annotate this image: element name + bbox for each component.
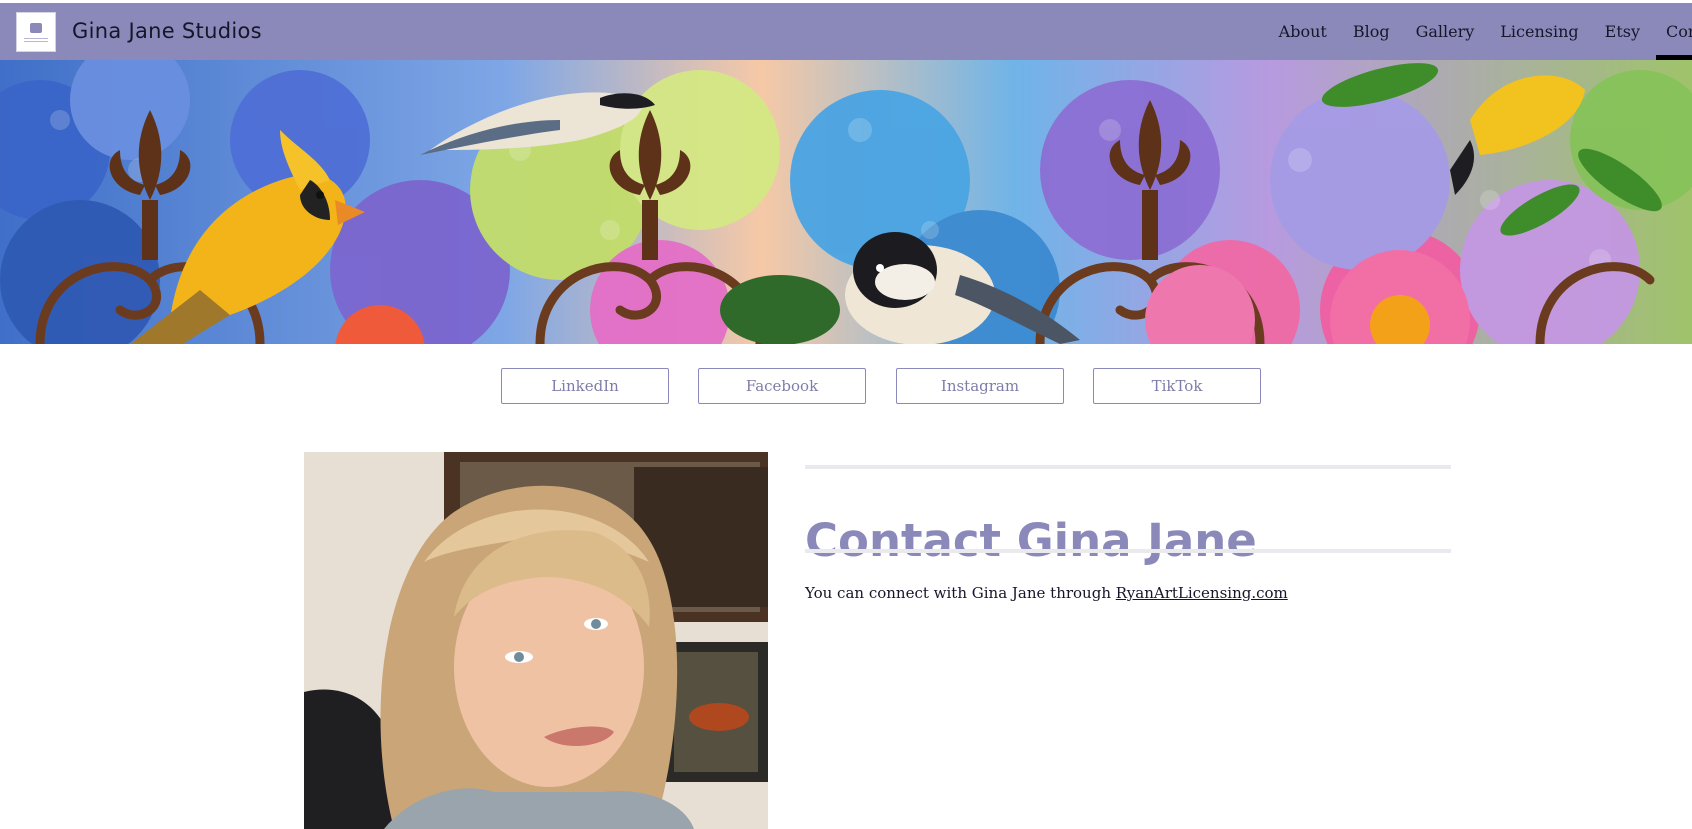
facebook-button[interactable]: Facebook xyxy=(698,368,866,404)
contact-text-prefix: You can connect with Gina Jane through xyxy=(805,584,1116,602)
title-bottom-rule xyxy=(805,549,1451,553)
main-nav: About Blog Gallery Licensing Etsy Cont xyxy=(1266,3,1692,60)
contact-text: You can connect with Gina Jane through R… xyxy=(805,584,1288,602)
logo-line xyxy=(24,40,48,42)
title-top-rule xyxy=(805,465,1451,469)
social-links: LinkedIn Facebook Instagram TikTok xyxy=(0,368,1692,404)
gina-jane-portrait xyxy=(304,452,768,829)
ryan-art-licensing-link[interactable]: RyanArtLicensing.com xyxy=(1116,584,1288,602)
nav-item-gallery[interactable]: Gallery xyxy=(1403,3,1488,60)
garden-birds-banner xyxy=(0,60,1692,344)
linkedin-button[interactable]: LinkedIn xyxy=(501,368,669,404)
tiktok-button[interactable]: TikTok xyxy=(1093,368,1261,404)
nav-item-blog[interactable]: Blog xyxy=(1340,3,1403,60)
logo-mark xyxy=(30,22,42,33)
nav-item-contact[interactable]: Cont xyxy=(1653,3,1692,60)
instagram-button[interactable]: Instagram xyxy=(896,368,1064,404)
nav-item-about[interactable]: About xyxy=(1266,3,1340,60)
page-title: Contact Gina Jane xyxy=(805,514,1257,568)
studio-logo-icon[interactable] xyxy=(16,12,56,52)
nav-item-licensing[interactable]: Licensing xyxy=(1487,3,1591,60)
logo-line xyxy=(24,37,48,39)
nav-item-etsy[interactable]: Etsy xyxy=(1592,3,1653,60)
top-nav-bar: Gina Jane Studios About Blog Gallery Lic… xyxy=(0,3,1692,60)
site-title[interactable]: Gina Jane Studios xyxy=(72,19,262,43)
page: Gina Jane Studios About Blog Gallery Lic… xyxy=(0,0,1692,829)
